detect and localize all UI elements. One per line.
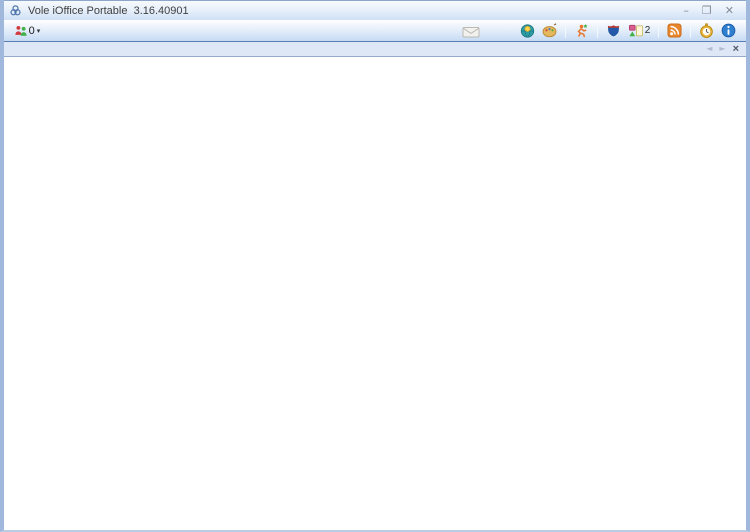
tab-scroll-right-icon[interactable]: ► <box>719 45 725 53</box>
palette-icon <box>542 23 557 38</box>
app-window: Vole iOffice Portable 3.16.40901 – ❐ ✕ 0… <box>0 0 750 532</box>
tab-scroll-left-icon[interactable]: ◄ <box>706 45 712 53</box>
feed-button[interactable] <box>665 22 684 40</box>
documents-counter-button[interactable]: 2 <box>626 22 652 40</box>
timer-button[interactable] <box>697 22 716 40</box>
close-button[interactable]: ✕ <box>725 5 734 16</box>
app-logo-icon <box>10 5 21 16</box>
toolbar-separator <box>690 23 691 38</box>
theme-button[interactable] <box>540 22 559 40</box>
maximize-button[interactable]: ❐ <box>702 5 712 16</box>
envelope-icon <box>462 26 480 37</box>
minimize-button[interactable]: – <box>683 5 689 16</box>
users-count-value: 0 <box>28 24 35 37</box>
document-flower-icon <box>628 24 643 36</box>
globe-bulb-icon <box>520 24 535 38</box>
runner-icon <box>577 23 588 38</box>
main-toolbar: 0 ▾ 2 <box>4 20 746 42</box>
about-button[interactable] <box>719 22 738 40</box>
chevron-down-icon: ▾ <box>36 27 41 35</box>
info-icon <box>721 23 736 38</box>
tab-close-icon[interactable]: × <box>733 43 739 55</box>
toolbar-separator <box>565 23 566 38</box>
tab-strip: ◄ ► × <box>4 42 746 57</box>
users-icon <box>15 25 27 36</box>
document-content-area[interactable] <box>4 57 746 530</box>
window-controls: – ❐ ✕ <box>683 5 738 16</box>
mail-button[interactable] <box>460 23 482 39</box>
users-count-dropdown[interactable]: 0 ▾ <box>10 22 44 40</box>
logout-user-button[interactable] <box>572 22 591 40</box>
toolbar-separator <box>597 23 598 38</box>
document-count-badge: 2 <box>644 25 651 36</box>
stopwatch-icon <box>700 23 713 38</box>
title-bar[interactable]: Vole iOffice Portable 3.16.40901 – ❐ ✕ <box>4 0 746 20</box>
rss-icon <box>667 23 682 38</box>
road-sign-button[interactable] <box>604 22 623 40</box>
toolbar-separator <box>658 23 659 38</box>
toolbar-right-group: 2 <box>518 22 740 40</box>
window-title: Vole iOffice Portable 3.16.40901 <box>28 4 189 17</box>
web-ideas-button[interactable] <box>518 22 537 40</box>
shield-sign-icon <box>607 24 620 38</box>
